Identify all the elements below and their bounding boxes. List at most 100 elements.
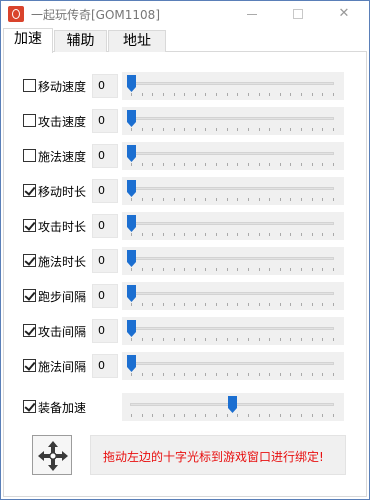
setting-checkbox[interactable] [23,149,36,162]
setting-slider[interactable] [122,317,344,345]
tab-assist[interactable]: 辅助 [54,30,107,52]
slider-tick [174,233,175,236]
acceleration-panel: 移动速度 0 攻击速度 0 施法速度 0 移动时长 0 攻击时长 0 施法时长 0 跑步间隔 0 攻击间隔 0… [3,52,367,497]
minimize-button[interactable] [229,1,275,27]
setting-value-field[interactable]: 0 [92,249,118,273]
slider-thumb[interactable] [127,145,136,162]
slider-tick [227,233,228,236]
slider-ticks [131,414,334,418]
slider-tick [184,128,185,131]
slider-tick [195,268,196,271]
slider-tick [152,233,153,236]
setting-checkbox[interactable] [23,359,36,372]
slider-tick [227,414,228,417]
slider-tick [131,303,132,306]
slider-tick [174,303,175,306]
slider-tick [205,338,206,341]
slider-tick [312,414,313,417]
slider-ticks [131,303,334,307]
slider-tick [301,93,302,96]
slider-thumb[interactable] [127,285,136,302]
setting-value-field[interactable]: 0 [92,74,118,98]
setting-checkbox[interactable] [23,79,36,92]
slider-thumb[interactable] [127,355,136,372]
slider-thumb[interactable] [127,215,136,232]
setting-value-field[interactable]: 0 [92,179,118,203]
setting-slider[interactable] [122,142,344,170]
setting-value-field[interactable]: 0 [92,144,118,168]
slider-thumb-shape [127,355,136,372]
slider-tick [205,414,206,417]
slider-thumb[interactable] [127,320,136,337]
setting-checkbox[interactable] [23,254,36,267]
slider-tick [216,128,217,131]
setting-checkbox[interactable] [23,114,36,127]
slider-tick [333,198,334,201]
slider-tick [259,93,260,96]
slider-tick [195,163,196,166]
slider-tick [163,338,164,341]
slider-thumb-shape [127,250,136,267]
setting-slider[interactable] [122,282,344,310]
slider-tick [152,268,153,271]
slider-thumb[interactable] [127,75,136,92]
slider-tick [269,338,270,341]
slider-thumb[interactable] [127,110,136,127]
slider-tick [216,163,217,166]
slider-thumb[interactable] [228,396,237,413]
close-button[interactable]: ✕ [321,1,367,27]
slider-tick [195,93,196,96]
slider-tick [248,93,249,96]
slider-tick [280,268,281,271]
slider-tick [290,373,291,376]
crosshair-drag-handle[interactable] [32,435,72,475]
setting-slider[interactable] [122,107,344,135]
tab-address[interactable]: 地址 [108,30,166,52]
maximize-button[interactable] [275,1,321,27]
slider-tick [269,303,270,306]
setting-row: 移动时长 0 [4,177,368,205]
setting-row: 施法时长 0 [4,247,368,275]
setting-slider[interactable] [122,352,344,380]
setting-slider[interactable] [122,212,344,240]
slider-tick [163,373,164,376]
slider-tick [237,233,238,236]
title-bar[interactable]: 一起玩传奇[GOM1108] ✕ [1,1,369,27]
slider-tick [131,93,132,96]
setting-checkbox[interactable] [23,219,36,232]
slider-tick [280,233,281,236]
slider-tick [195,128,196,131]
slider-tick [205,93,206,96]
gear-speed-checkbox[interactable] [23,400,36,413]
slider-thumb[interactable] [127,250,136,267]
setting-slider[interactable] [122,247,344,275]
setting-value-field[interactable]: 0 [92,354,118,378]
slider-tick [152,414,153,417]
slider-thumb-shape [127,180,136,197]
slider-tick [227,163,228,166]
slider-tick [290,338,291,341]
slider-tick [301,338,302,341]
slider-tick [205,303,206,306]
setting-row: 攻击速度 0 [4,107,368,135]
slider-thumb[interactable] [127,180,136,197]
slider-tick [237,163,238,166]
slider-tick [333,93,334,96]
setting-value-field[interactable]: 0 [92,319,118,343]
setting-checkbox[interactable] [23,324,36,337]
setting-slider[interactable] [122,72,344,100]
tab-acceleration[interactable]: 加速 [3,28,53,53]
slider-tick [333,338,334,341]
setting-value-field[interactable]: 0 [92,214,118,238]
slider-tick [237,93,238,96]
slider-track [130,117,334,120]
setting-value-field[interactable]: 0 [92,109,118,133]
setting-checkbox[interactable] [23,289,36,302]
setting-checkbox[interactable] [23,184,36,197]
bind-hint-box: 拖动左边的十字光标到游戏窗口进行绑定! [90,435,346,475]
setting-label: 施法间隔 [38,360,87,374]
setting-value-field[interactable]: 0 [92,284,118,308]
setting-slider[interactable] [122,177,344,205]
gear-speed-slider[interactable] [122,393,344,421]
slider-tick [195,373,196,376]
